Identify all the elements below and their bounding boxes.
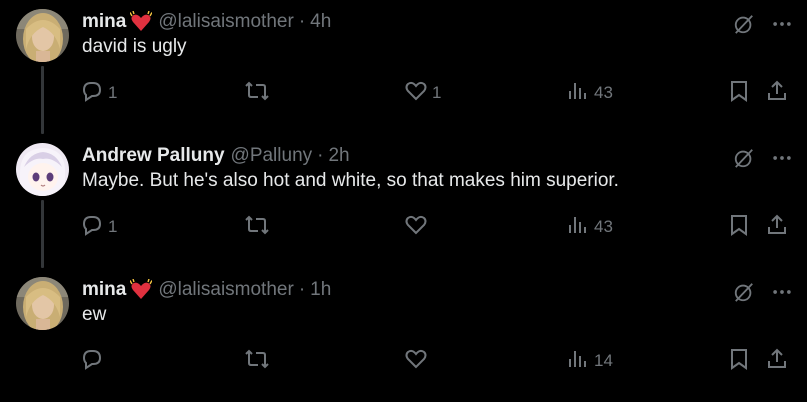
tweet[interactable]: mina @lalisaismother · 4h david is ugly	[0, 0, 807, 134]
view-count: 43	[594, 217, 613, 236]
avatar[interactable]	[16, 143, 69, 196]
display-name[interactable]: mina	[82, 279, 126, 301]
avatar[interactable]	[16, 277, 69, 330]
timestamp[interactable]: 4h	[310, 11, 331, 33]
heart-icon	[405, 349, 427, 369]
display-name[interactable]: Andrew Palluny	[82, 145, 225, 167]
like-button[interactable]	[404, 344, 432, 374]
like-button[interactable]	[404, 210, 432, 240]
grok-icon[interactable]	[731, 11, 757, 37]
views-icon	[569, 217, 586, 233]
display-name[interactable]: mina	[82, 11, 126, 33]
separator-dot: ·	[298, 279, 306, 300]
reply-count: 1	[108, 83, 118, 102]
like-button[interactable]: 1	[404, 76, 441, 106]
retweet-icon	[245, 349, 269, 369]
tweet-header: Andrew Palluny @Palluny · 2h	[82, 143, 350, 169]
separator-dot: ·	[298, 11, 306, 32]
tweet-top-actions	[731, 279, 795, 305]
tweet-top-actions	[731, 11, 795, 37]
tweet-actions: 1 43	[0, 210, 807, 240]
handle[interactable]: @lalisaismother	[158, 11, 293, 33]
more-icon[interactable]	[769, 145, 795, 171]
bookmark-button[interactable]	[728, 210, 750, 240]
tweet[interactable]: mina @lalisaismother · 1h ew 14	[0, 268, 807, 402]
views-button[interactable]: 43	[566, 76, 613, 106]
heart-with-ribbon-icon	[129, 278, 153, 301]
share-icon	[768, 80, 786, 100]
retweet-button[interactable]	[244, 76, 274, 106]
retweet-button[interactable]	[244, 210, 274, 240]
bookmark-icon	[731, 349, 747, 370]
bookmark-icon	[731, 81, 747, 102]
share-button[interactable]	[765, 76, 789, 106]
reply-button[interactable]: 1	[80, 76, 117, 106]
heart-with-ribbon-icon	[129, 10, 153, 33]
share-button[interactable]	[765, 344, 789, 374]
reply-count: 1	[108, 217, 118, 236]
retweet-icon	[245, 81, 269, 101]
reply-icon	[82, 350, 102, 370]
timestamp[interactable]: 2h	[328, 145, 349, 167]
heart-icon	[405, 215, 427, 235]
bookmark-button[interactable]	[728, 344, 750, 374]
share-icon	[768, 214, 786, 234]
handle[interactable]: @Palluny	[231, 145, 313, 167]
reply-button[interactable]: 1	[80, 210, 117, 240]
grok-icon[interactable]	[731, 279, 757, 305]
avatar[interactable]	[16, 9, 69, 62]
reply-thread: mina @lalisaismother · 4h david is ugly	[0, 0, 807, 385]
share-icon	[768, 348, 786, 368]
tweet-actions: 14	[0, 344, 807, 374]
handle[interactable]: @lalisaismother	[158, 279, 293, 301]
share-button[interactable]	[765, 210, 789, 240]
views-icon	[569, 83, 586, 99]
view-count: 14	[594, 351, 613, 370]
tweet[interactable]: Andrew Palluny @Palluny · 2h Maybe. But …	[0, 134, 807, 268]
reply-button[interactable]	[80, 344, 108, 374]
retweet-button[interactable]	[244, 344, 274, 374]
tweet-actions: 1 1 43	[0, 76, 807, 106]
reply-icon	[82, 216, 102, 236]
retweet-icon	[245, 215, 269, 235]
reply-icon	[82, 82, 102, 102]
views-button[interactable]: 43	[566, 210, 613, 240]
more-icon[interactable]	[769, 279, 795, 305]
grok-icon[interactable]	[731, 145, 757, 171]
tweet-text: david is ugly	[82, 36, 187, 57]
view-count: 43	[594, 83, 613, 102]
tweet-text: ew	[82, 304, 107, 325]
views-icon	[569, 351, 586, 367]
tweet-header: mina @lalisaismother · 1h	[82, 277, 331, 303]
like-count: 1	[432, 83, 442, 102]
bookmark-button[interactable]	[728, 76, 750, 106]
more-icon[interactable]	[769, 11, 795, 37]
views-button[interactable]: 14	[566, 344, 613, 374]
tweet-header: mina @lalisaismother · 4h	[82, 9, 331, 35]
timestamp[interactable]: 1h	[310, 279, 331, 301]
separator-dot: ·	[317, 145, 324, 166]
heart-icon	[405, 81, 427, 101]
bookmark-icon	[731, 215, 747, 236]
tweet-text: Maybe. But he's also hot and white, so t…	[82, 170, 619, 191]
tweet-top-actions	[731, 145, 795, 171]
